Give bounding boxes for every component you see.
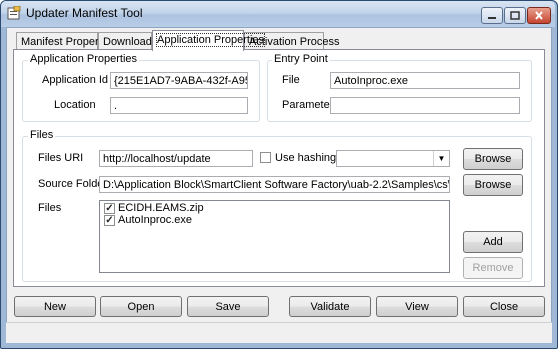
file-checkbox[interactable]: ✓ <box>104 203 115 214</box>
new-button[interactable]: New <box>14 296 96 317</box>
save-button[interactable]: Save <box>187 296 269 317</box>
parameters-input[interactable] <box>330 97 520 114</box>
add-file-button[interactable]: Add <box>463 231 523 253</box>
minimize-button[interactable] <box>481 7 503 24</box>
entry-file-input[interactable]: AutoInproc.exe <box>330 72 520 89</box>
close-window-button[interactable] <box>527 7 551 24</box>
tab-label: Application Properties <box>155 33 266 47</box>
minimize-icon <box>488 17 496 19</box>
status-bar <box>6 322 552 343</box>
source-folder-label: Source Folder <box>38 178 108 190</box>
list-item[interactable]: AutoInproc.exe <box>118 214 192 226</box>
open-button[interactable]: Open <box>100 296 182 317</box>
application-id-input[interactable]: {215E1AD7-9ABA-432f-A952-24BAE <box>110 72 248 89</box>
files-uri-input[interactable]: http://localhost/update <box>99 150 253 167</box>
window-title: Updater Manifest Tool <box>26 6 143 20</box>
chevron-down-icon[interactable]: ▼ <box>433 151 449 166</box>
files-list-label: Files <box>38 202 62 214</box>
location-label: Location <box>54 99 96 111</box>
maximize-icon <box>510 11 520 20</box>
tab-downloader[interactable]: Downloader <box>98 32 162 50</box>
file-label: File <box>282 74 300 86</box>
use-hashing-label: Use hashing <box>275 152 337 164</box>
browse-source-folder-button[interactable]: Browse <box>463 174 523 196</box>
tab-manifest-properties[interactable]: Manifest Properties <box>16 32 116 50</box>
application-properties-legend: Application Properties <box>28 53 140 65</box>
validate-button[interactable]: Validate <box>289 296 371 317</box>
entry-point-legend: Entry Point <box>272 53 330 65</box>
source-folder-input[interactable]: D:\Application Block\SmartClient Softwar… <box>99 176 450 193</box>
remove-file-button[interactable]: Remove <box>463 257 523 279</box>
close-icon <box>535 11 543 20</box>
browse-uri-button[interactable]: Browse <box>463 148 523 170</box>
file-checkbox[interactable]: ✓ <box>104 215 115 226</box>
close-button[interactable]: Close <box>463 296 545 317</box>
app-icon <box>7 6 21 20</box>
view-button[interactable]: View <box>376 296 458 317</box>
maximize-button[interactable] <box>504 7 526 24</box>
tab-application-properties[interactable]: Application Properties <box>152 30 266 51</box>
use-hashing-checkbox[interactable] <box>260 152 271 163</box>
application-id-label: Application Id <box>42 74 109 86</box>
files-legend: Files <box>28 129 56 141</box>
files-uri-label: Files URI <box>38 152 84 164</box>
list-item[interactable]: ECIDH.EAMS.zip <box>118 202 204 214</box>
location-input[interactable]: . <box>110 97 248 114</box>
